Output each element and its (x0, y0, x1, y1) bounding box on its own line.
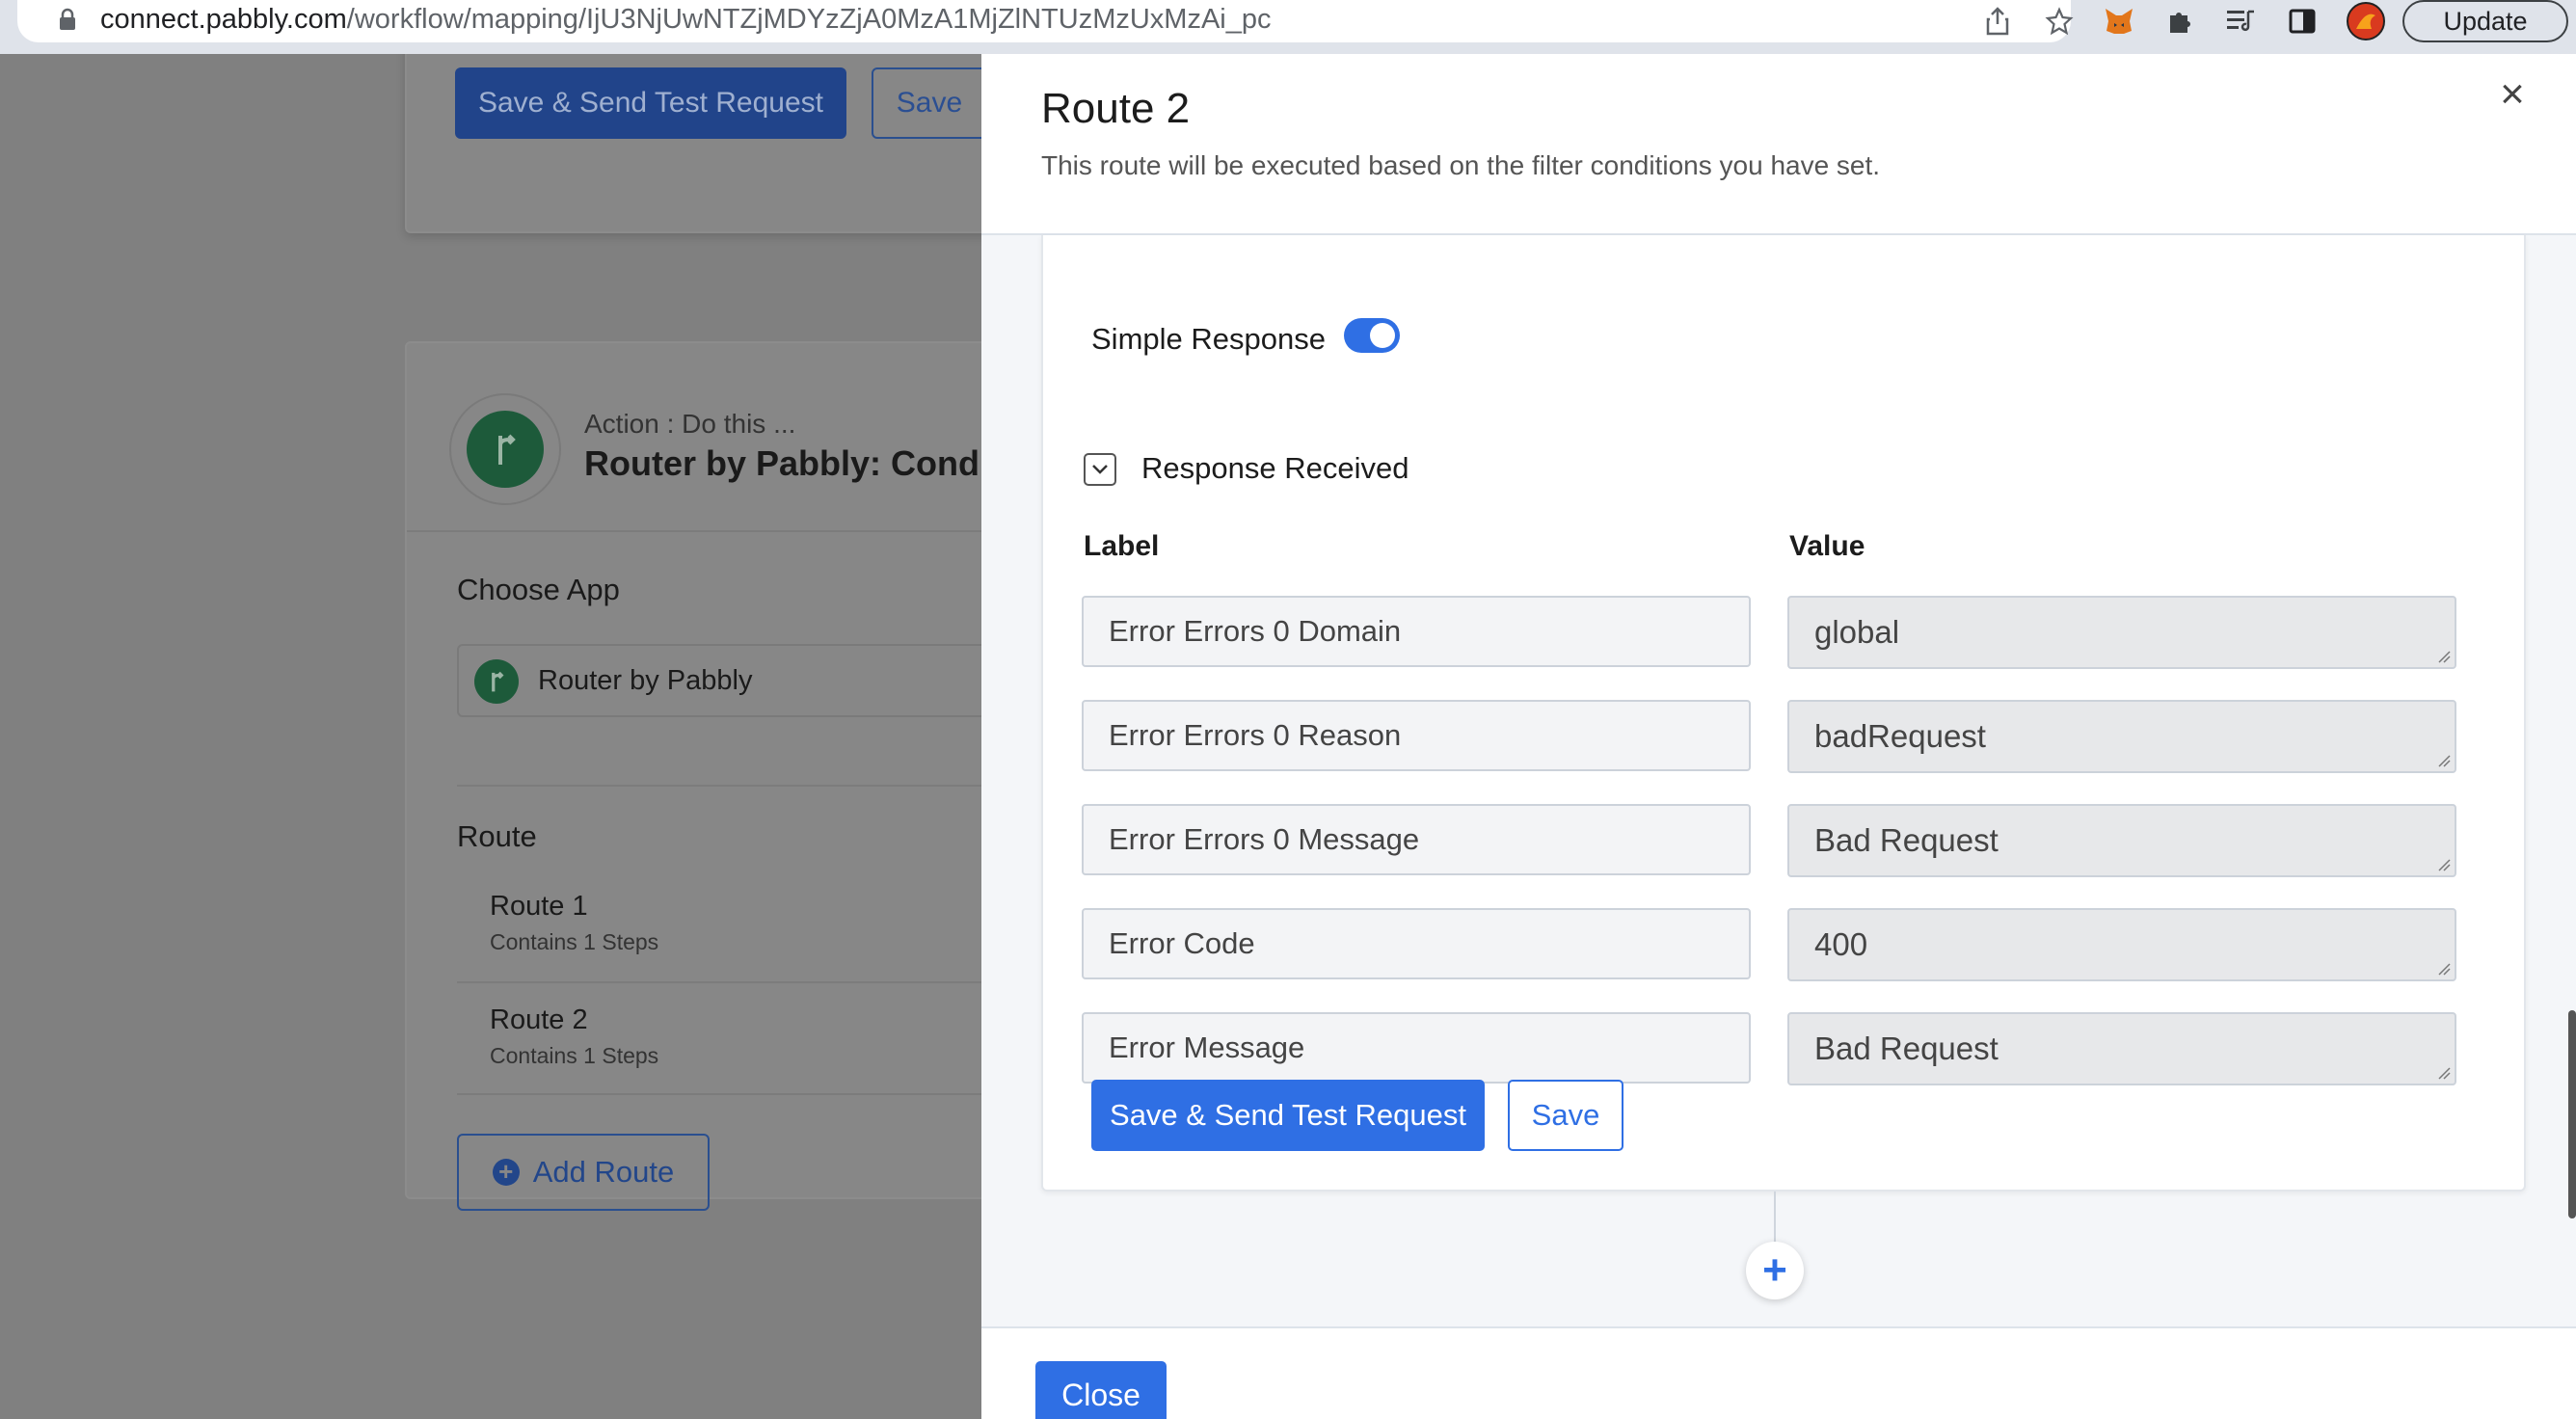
step-connector (1774, 1191, 1776, 1247)
response-section-title: Response Received (1141, 451, 1409, 485)
label-field[interactable]: Error Message (1082, 1012, 1751, 1084)
bg-save-send-test-button[interactable]: Save & Send Test Request (455, 67, 846, 139)
url-host: connect.pabbly.com (100, 4, 347, 35)
label-field[interactable]: Error Errors 0 Message (1082, 804, 1751, 875)
close-button[interactable]: Close (1035, 1361, 1167, 1419)
value-text: Bad Request (1814, 1031, 1999, 1066)
extensions-puzzle-icon[interactable] (2161, 2, 2200, 40)
metamask-fox-icon[interactable] (2100, 2, 2138, 40)
address-bar[interactable]: connect.pabbly.com/workflow/mapping/IjU3… (17, 0, 2074, 42)
scrollbar-thumb[interactable] (2568, 1010, 2576, 1218)
url-path: /workflow/mapping/IjU3NjUwNTZjMDYzZjA0Mz… (346, 4, 1272, 35)
action-subtitle: Action : Do this ... (584, 409, 796, 439)
bookmark-star-icon[interactable] (2040, 2, 2079, 40)
resize-grip-icon[interactable] (2437, 650, 2451, 663)
save-button[interactable]: Save (1508, 1080, 1623, 1151)
route-steps: Contains 1 Steps (490, 1043, 659, 1068)
simple-response-label: Simple Response (1091, 322, 1326, 356)
divider (457, 981, 981, 983)
value-text: badRequest (1814, 718, 1986, 754)
toggle-knob (1370, 323, 1395, 348)
side-panel-icon[interactable] (2283, 2, 2321, 40)
divider (457, 1093, 981, 1095)
url-text: connect.pabbly.com/workflow/mapping/IjU3… (100, 4, 1272, 36)
value-text: Bad Request (1814, 822, 1999, 858)
value-field[interactable]: badRequest (1787, 700, 2456, 773)
action-card-header: Action : Do this ... Router by Pabbly: C… (407, 343, 981, 532)
modal-title: Route 2 (1041, 85, 1191, 132)
resize-grip-icon[interactable] (2437, 1066, 2451, 1080)
route-steps: Contains 1 Steps (490, 929, 659, 954)
modal-footer: Close (981, 1326, 2576, 1419)
router-branch-icon (467, 411, 544, 488)
browser-toolbar: connect.pabbly.com/workflow/mapping/IjU3… (0, 0, 2576, 54)
bg-save-button[interactable]: Save (872, 67, 981, 139)
lock-icon (60, 8, 75, 30)
action-title: Router by Pabbly: Condit (584, 443, 981, 483)
simple-response-toggle[interactable] (1344, 318, 1400, 353)
add-step-button[interactable]: + (1746, 1242, 1804, 1299)
media-queue-icon[interactable] (2221, 2, 2260, 40)
add-route-label: Add Route (532, 1155, 675, 1189)
label-field[interactable]: Error Errors 0 Reason (1082, 700, 1751, 771)
share-icon[interactable] (1978, 2, 2017, 40)
save-send-test-button[interactable]: Save & Send Test Request (1091, 1080, 1485, 1151)
divider (457, 785, 981, 787)
route-title: Route 1 (490, 891, 588, 922)
modal-description: This route will be executed based on the… (1041, 150, 1881, 180)
resize-grip-icon[interactable] (2437, 962, 2451, 976)
update-button[interactable]: Update (2402, 0, 2568, 42)
close-icon[interactable]: × (2493, 70, 2532, 118)
value-field[interactable]: Bad Request (1787, 1012, 2456, 1085)
choose-app-label: Choose App (457, 573, 620, 606)
value-field[interactable]: 400 (1787, 908, 2456, 981)
route-title: Route 2 (490, 1004, 588, 1035)
value-field[interactable]: global (1787, 596, 2456, 669)
background-page: Save & Send Test Request Save Action : D… (0, 54, 981, 1419)
route-label: Route (457, 819, 537, 853)
collapse-toggle[interactable] (1084, 453, 1116, 486)
router-branch-icon (474, 659, 519, 704)
value-column-header: Value (1789, 530, 1865, 562)
add-route-button[interactable]: + Add Route (457, 1134, 710, 1211)
value-text: 400 (1814, 926, 1868, 962)
modal-header: Route 2 This route will be executed base… (981, 54, 2576, 235)
label-field[interactable]: Error Code (1082, 908, 1751, 979)
chevron-down-icon (1092, 465, 1108, 474)
selected-app-name: Router by Pabbly (538, 665, 753, 696)
plus-circle-icon: + (492, 1159, 520, 1186)
label-column-header: Label (1084, 530, 1160, 562)
app-select[interactable]: Router by Pabbly (457, 644, 981, 717)
value-text: global (1814, 614, 1900, 650)
resize-grip-icon[interactable] (2437, 858, 2451, 871)
router-app-logo (449, 393, 561, 505)
label-field[interactable]: Error Errors 0 Domain (1082, 596, 1751, 667)
router-action-card: Action : Do this ... Router by Pabbly: C… (405, 341, 981, 1211)
response-card: Simple Response Response Received Label … (1041, 235, 2526, 1191)
route-modal: Route 2 This route will be executed base… (981, 54, 2576, 1419)
value-field[interactable]: Bad Request (1787, 804, 2456, 877)
profile-avatar[interactable] (2347, 2, 2385, 40)
resize-grip-icon[interactable] (2437, 754, 2451, 767)
